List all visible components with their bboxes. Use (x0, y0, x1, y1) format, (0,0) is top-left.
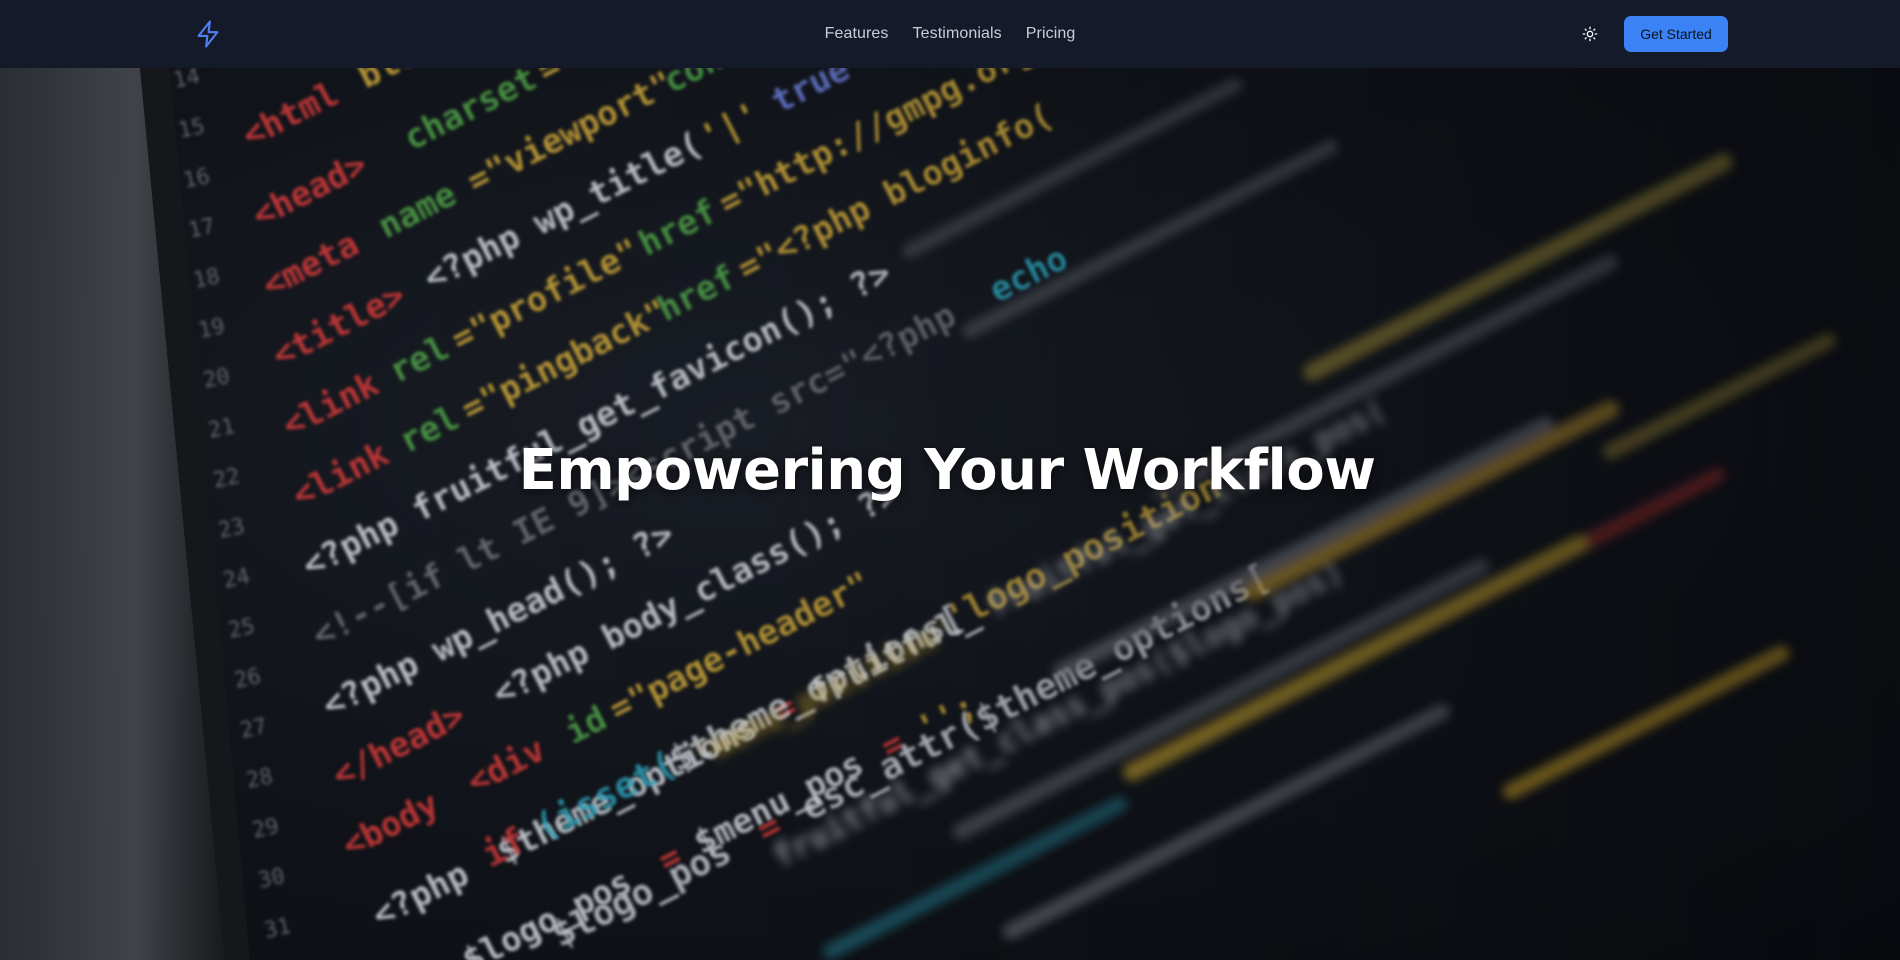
hero-title-text: Empowering Your Workflow (518, 438, 1376, 503)
hero-overlay (0, 68, 1900, 960)
sun-icon (1582, 26, 1598, 42)
main-nav: Features Testimonials Pricing (0, 0, 1900, 68)
nav-link-testimonials[interactable]: Testimonials (913, 25, 1002, 43)
hero-title: Empowering Your Workflow (0, 438, 1900, 503)
hero-section: 14 15 16 17 18 19 20 21 22 23 24 25 26 2… (0, 68, 1900, 960)
theme-toggle-button[interactable] (1580, 24, 1600, 44)
top-nav-bar: Features Testimonials Pricing Get Starte… (0, 0, 1900, 68)
nav-link-features[interactable]: Features (825, 25, 889, 43)
landing-page: Features Testimonials Pricing Get Starte… (0, 0, 1900, 960)
lightning-bolt-icon (197, 20, 219, 48)
get-started-button[interactable]: Get Started (1624, 16, 1728, 52)
logo-link[interactable] (193, 19, 223, 49)
nav-link-pricing[interactable]: Pricing (1026, 25, 1076, 43)
